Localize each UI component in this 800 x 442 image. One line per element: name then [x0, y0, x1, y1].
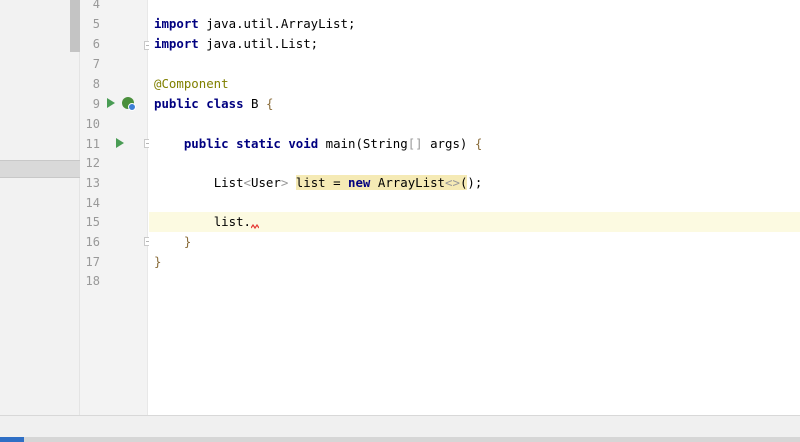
spring-bean-icon[interactable] — [122, 97, 136, 111]
brace: { — [265, 96, 274, 111]
line-number: 9 — [92, 97, 100, 111]
line-number: 12 — [85, 156, 100, 170]
code-line-11[interactable]: public static void main(String[] args) { — [154, 134, 482, 154]
line-number: 8 — [92, 77, 100, 91]
code-text: list. — [213, 214, 251, 229]
method-signature: main(String — [318, 136, 408, 151]
line-number: 6 — [92, 37, 100, 51]
code-line-13[interactable]: List<User> list = new ArrayList<>(); — [154, 173, 482, 193]
array-brackets: [] — [407, 136, 423, 151]
code-text: java.util.ArrayList; — [198, 16, 356, 31]
horizontal-scrollbar-track[interactable] — [24, 437, 800, 442]
side-panel-selected-row[interactable] — [0, 160, 80, 178]
keyword: public — [154, 96, 199, 111]
code-line-8[interactable]: @Component — [154, 74, 229, 94]
brace: { — [474, 136, 483, 151]
code-line-9[interactable]: public class B { — [154, 94, 273, 114]
brace: } — [154, 254, 162, 269]
diamond-operator: <> — [445, 175, 460, 190]
line-number: 16 — [85, 235, 100, 249]
line-number: 15 — [85, 215, 100, 229]
code-line-6[interactable]: import java.util.List; — [154, 34, 318, 54]
generic-type: User — [251, 175, 281, 190]
run-icon[interactable] — [107, 98, 115, 108]
variable-highlight: list — [295, 175, 326, 190]
class-name: B — [243, 96, 266, 111]
horizontal-scrollbar-thumb[interactable] — [0, 437, 24, 442]
params: args) — [422, 136, 475, 151]
code-editor[interactable] — [149, 0, 800, 415]
line-number: 18 — [85, 274, 100, 288]
keyword: void — [288, 136, 319, 151]
side-panel — [0, 0, 80, 415]
generic-bracket: < — [243, 175, 251, 190]
error-squiggle-icon — [251, 224, 259, 230]
code-line-16[interactable]: } — [154, 232, 191, 252]
run-main-icon[interactable] — [116, 138, 124, 148]
code-text: = new ArrayList<>( — [325, 175, 468, 190]
keyword: import — [154, 16, 199, 31]
code-line-17[interactable]: } — [154, 252, 161, 272]
keyword: class — [206, 96, 244, 111]
code-text: java.util.List; — [198, 36, 319, 51]
keyword: public — [183, 136, 229, 151]
line-number: 5 — [92, 17, 100, 31]
line-number: 4 — [92, 0, 100, 11]
brace: } — [183, 234, 192, 249]
code-line-15[interactable]: list. — [154, 212, 259, 232]
line-number: 14 — [85, 196, 100, 210]
line-number: 10 — [85, 117, 100, 131]
line-number: 7 — [92, 57, 100, 71]
keyword: import — [154, 36, 199, 51]
keyword: new — [348, 175, 371, 190]
annotation: @Component — [154, 76, 229, 91]
line-number: 13 — [85, 176, 100, 190]
side-panel-scrollbar[interactable] — [70, 0, 80, 52]
keyword: static — [236, 136, 281, 151]
line-number: 17 — [85, 255, 100, 269]
generic-bracket: > — [280, 175, 289, 190]
semicolon: ; — [474, 175, 483, 190]
paren: ) — [467, 175, 475, 190]
line-number: 11 — [85, 137, 100, 151]
type: List — [213, 175, 244, 190]
code-line-5[interactable]: import java.util.ArrayList; — [154, 14, 355, 34]
